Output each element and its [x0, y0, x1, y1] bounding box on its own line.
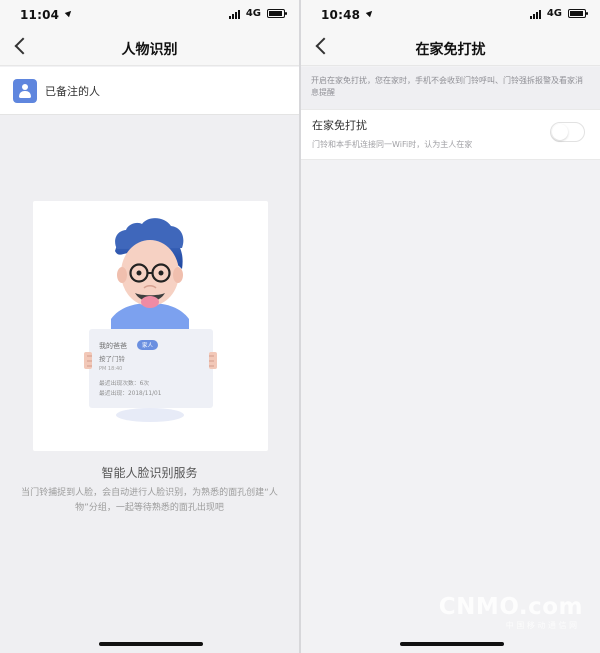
- page-title-left: 人物识别: [121, 42, 178, 58]
- dual-phone-screens: 11:04 4G 人物识别 已备注的人 我的爸爸 家人 按了门铃 PM 18:4…: [0, 0, 600, 653]
- location-arrow-icon: [365, 8, 375, 18]
- service-description: 当门铃捕捉到人脸，会自动进行人脸识别，为熟悉的面孔创建“人物”分组，一起等待熟悉…: [21, 488, 278, 513]
- battery-icon: [568, 9, 588, 18]
- face-recognition-illustration: 我的爸爸 家人 按了门铃 PM 18:40 最近出现次数：6次 最近出现：201…: [84, 218, 217, 422]
- navigation-bar-right: 在家免打扰: [301, 30, 600, 66]
- watermark: CNMO.com 中 国 移 动 通 信 网: [439, 594, 583, 630]
- status-indicators-right: 4G: [529, 8, 588, 19]
- network-label-right: 4G: [546, 8, 562, 19]
- home-indicator-right: [400, 642, 504, 646]
- page-title-right: 在家免打扰: [415, 42, 486, 58]
- remarked-people-label: 已备注的人: [45, 85, 100, 98]
- recent-date-label: 最近出现：2018/11/01: [99, 389, 162, 397]
- location-arrow-icon: [64, 8, 74, 18]
- event-time-label: PM 18:40: [99, 366, 122, 372]
- do-not-disturb-note: 开启在家免打扰，您在家时，手机不会收到门铃呼叫、门铃强拆报警及看家消息提醒: [301, 67, 600, 109]
- do-not-disturb-toggle[interactable]: [550, 122, 585, 142]
- person-icon: [13, 79, 37, 103]
- status-bar-left: 11:04 4G: [0, 0, 299, 30]
- person-name-label: 我的爸爸: [99, 341, 127, 350]
- status-indicators-left: 4G: [228, 8, 287, 19]
- home-indicator-left: [99, 642, 203, 646]
- right-phone-screen: 10:48 4G 在家免打扰 开启在家免打扰，您在家时，手机不会收到门铃呼叫、门…: [301, 0, 600, 653]
- recent-count-label: 最近出现次数：6次: [99, 379, 149, 387]
- status-bar-right: 10:48 4G: [301, 0, 600, 30]
- status-time-left: 11:04: [20, 8, 60, 22]
- service-title: 智能人脸识别服务: [101, 466, 198, 480]
- left-phone-screen: 11:04 4G 人物识别 已备注的人 我的爸爸 家人 按了门铃 PM 18:4…: [0, 0, 299, 653]
- battery-icon: [267, 9, 287, 18]
- doorbell-event-label: 按了门铃: [99, 354, 126, 363]
- watermark-sub: 中 国 移 动 通 信 网: [505, 621, 577, 630]
- family-tag-label: 家人: [142, 341, 154, 349]
- remarked-people-row[interactable]: 已备注的人: [0, 67, 299, 115]
- setting-description: 门铃和本手机连接同一WiFi时，认为主人在家: [312, 140, 473, 149]
- toggle-knob: [552, 124, 568, 140]
- signal-icon: [529, 9, 541, 19]
- illustration-card: 我的爸爸 家人 按了门铃 PM 18:40 最近出现次数：6次 最近出现：201…: [33, 201, 268, 451]
- status-time-right: 10:48: [321, 8, 361, 22]
- navigation-bar-left: 人物识别: [0, 30, 299, 66]
- home-do-not-disturb-setting: 在家免打扰 门铃和本手机连接同一WiFi时，认为主人在家: [301, 109, 600, 160]
- setting-title: 在家免打扰: [312, 119, 367, 132]
- watermark-main: CNMO.com: [438, 594, 583, 620]
- signal-icon: [228, 9, 240, 19]
- network-label-left: 4G: [245, 8, 261, 19]
